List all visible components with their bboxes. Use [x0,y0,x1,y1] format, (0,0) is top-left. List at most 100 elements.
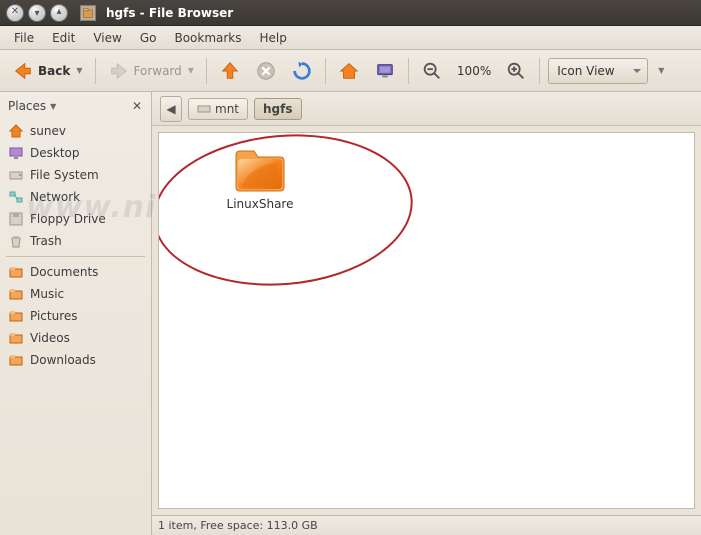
window-title: hgfs - File Browser [106,6,233,20]
zoom-out-button[interactable] [417,57,447,85]
reload-icon [291,60,313,82]
window-minimize-button[interactable]: ▾ [28,4,46,22]
trash-icon [8,233,24,249]
desktop-icon [8,145,24,161]
app-icon [80,5,96,21]
zoom-in-icon [505,60,527,82]
sidebar-item-label: Documents [30,265,98,279]
view-mode-label: Icon View [557,64,614,78]
sidebar-item-home[interactable]: sunev [0,120,151,142]
toolbar-separator [95,58,96,84]
toolbar-separator [206,58,207,84]
sidebar-item-filesystem[interactable]: File System [0,164,151,186]
sidebar-item-label: sunev [30,124,66,138]
sidebar-item-floppy[interactable]: Floppy Drive [0,208,151,230]
view-mode-select[interactable]: Icon View [548,58,648,84]
forward-button[interactable]: Forward ▼ [104,57,198,85]
folder-item-linuxshare[interactable]: LinuxShare [205,145,315,211]
sidebar-item-label: Network [30,190,80,204]
window-close-button[interactable]: ✕ [6,4,24,22]
computer-icon [374,60,396,82]
arrow-left-icon [12,60,34,82]
pathbar: ◀ mnt hgfs [152,92,701,126]
network-icon [8,189,24,205]
window-titlebar: ✕ ▾ ▴ hgfs - File Browser [0,0,701,26]
folder-icon [8,352,24,368]
toolbar-separator [325,58,326,84]
sidebar-item-videos[interactable]: Videos [0,327,151,349]
sidebar-item-music[interactable]: Music [0,283,151,305]
arrow-right-icon [108,60,130,82]
folder-icon [232,145,288,193]
menu-view[interactable]: View [85,29,129,47]
menu-help[interactable]: Help [252,29,295,47]
sidebar: Places ▼ ✕ sunev Desktop File System Net… [0,92,152,535]
menu-go[interactable]: Go [132,29,165,47]
stop-button[interactable] [251,57,281,85]
arrow-up-icon [219,60,241,82]
sidebar-item-label: File System [30,168,99,182]
reload-button[interactable] [287,57,317,85]
sidebar-item-label: Pictures [30,309,78,323]
back-label: Back [38,64,70,78]
sidebar-item-label: Floppy Drive [30,212,106,226]
breadcrumb-mnt[interactable]: mnt [188,98,248,120]
sidebar-close-button[interactable]: ✕ [129,98,145,114]
back-button[interactable]: Back ▼ [8,57,87,85]
menubar: File Edit View Go Bookmarks Help [0,26,701,50]
breadcrumb-label: hgfs [263,102,293,116]
drive-icon [8,167,24,183]
sidebar-item-network[interactable]: Network [0,186,151,208]
chevron-down-icon[interactable]: ▼ [50,102,56,111]
places-label[interactable]: Places [8,99,46,113]
zoom-level: 100% [457,64,491,78]
sidebar-item-label: Music [30,287,64,301]
up-button[interactable] [215,57,245,85]
chevron-down-icon[interactable]: ▼ [658,66,664,75]
breadcrumb-label: mnt [215,102,239,116]
sidebar-separator [6,256,145,257]
floppy-icon [8,211,24,227]
sidebar-item-desktop[interactable]: Desktop [0,142,151,164]
sidebar-item-trash[interactable]: Trash [0,230,151,252]
menu-bookmarks[interactable]: Bookmarks [166,29,249,47]
sidebar-item-pictures[interactable]: Pictures [0,305,151,327]
toolbar-separator [408,58,409,84]
sidebar-item-label: Trash [30,234,62,248]
breadcrumb-hgfs[interactable]: hgfs [254,98,302,120]
sidebar-item-label: Videos [30,331,70,345]
sidebar-list-bookmarks: Documents Music Pictures Videos Download… [0,261,151,371]
stop-icon [255,60,277,82]
home-icon [8,123,24,139]
toolbar-separator [539,58,540,84]
icon-view-pane[interactable]: LinuxShare [158,132,695,509]
pathbar-scroll-left[interactable]: ◀ [160,96,182,122]
status-text: 1 item, Free space: 113.0 GB [158,519,318,532]
chevron-down-icon[interactable]: ▼ [76,66,82,75]
forward-label: Forward [134,64,182,78]
home-button[interactable] [334,57,364,85]
drive-icon [197,102,211,116]
sidebar-item-label: Desktop [30,146,80,160]
sidebar-item-documents[interactable]: Documents [0,261,151,283]
folder-label: LinuxShare [227,197,294,211]
folder-icon [8,286,24,302]
zoom-in-button[interactable] [501,57,531,85]
window-maximize-button[interactable]: ▴ [50,4,68,22]
zoom-out-icon [421,60,443,82]
folder-icon [8,264,24,280]
sidebar-header: Places ▼ ✕ [0,92,151,120]
sidebar-list: sunev Desktop File System Network Floppy… [0,120,151,252]
home-icon [338,60,360,82]
main-panel: ◀ mnt hgfs LinuxShare 1 item [152,92,701,535]
sidebar-item-label: Downloads [30,353,96,367]
chevron-down-icon[interactable]: ▼ [188,66,194,75]
computer-button[interactable] [370,57,400,85]
folder-icon [8,330,24,346]
menu-file[interactable]: File [6,29,42,47]
folder-icon [8,308,24,324]
toolbar: Back ▼ Forward ▼ 100% Icon View ▼ [0,50,701,92]
statusbar: 1 item, Free space: 113.0 GB [152,515,701,535]
sidebar-item-downloads[interactable]: Downloads [0,349,151,371]
menu-edit[interactable]: Edit [44,29,83,47]
